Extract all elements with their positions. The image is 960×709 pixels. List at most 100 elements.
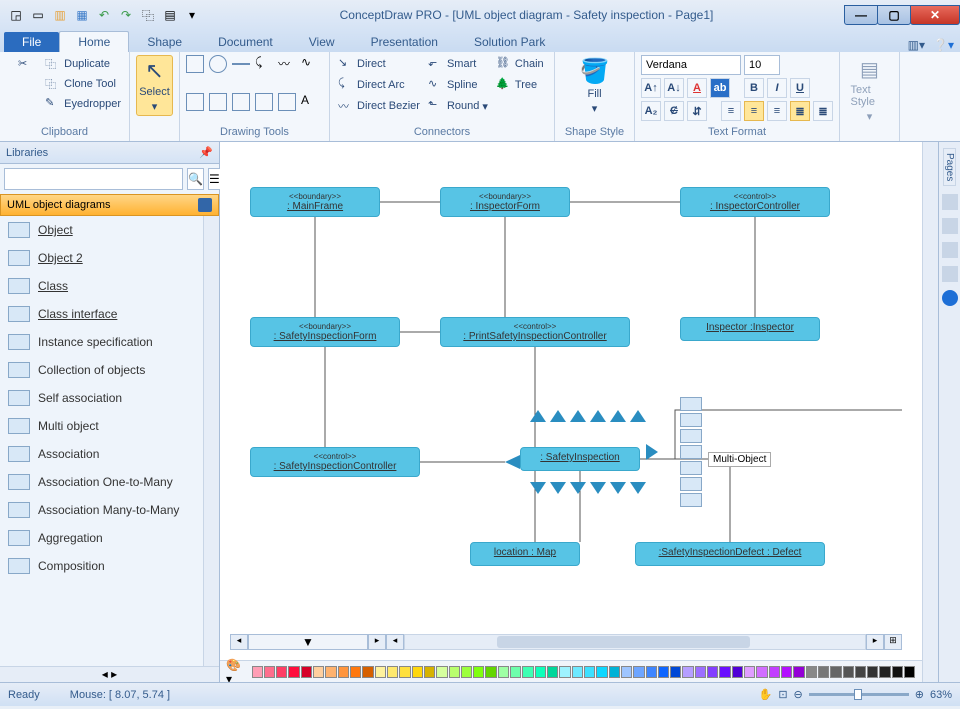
diagram-node-inspectorform[interactable]: <<boundary>>: InspectorForm	[440, 187, 570, 217]
shape-block[interactable]	[186, 93, 204, 111]
diagram-node-inspector[interactable]: Inspector :Inspector	[680, 317, 820, 341]
library-item[interactable]: Association	[0, 440, 203, 468]
library-item[interactable]: Class interface	[0, 300, 203, 328]
color-swatch[interactable]	[510, 666, 521, 678]
color-swatch[interactable]	[855, 666, 866, 678]
tab-document[interactable]: Document	[200, 32, 291, 52]
diagram-node-safetyinspform[interactable]: <<boundary>>: SafetyInspectionForm	[250, 317, 400, 347]
app-icon[interactable]: ◲	[8, 7, 24, 23]
maximize-button[interactable]: ▢	[877, 5, 911, 25]
color-swatch[interactable]	[535, 666, 546, 678]
redo-icon[interactable]: ↷	[118, 7, 134, 23]
color-swatch[interactable]	[449, 666, 460, 678]
library-item[interactable]: Object 2	[0, 244, 203, 272]
spacing-button[interactable]: ⇵	[687, 101, 707, 121]
font-name-select[interactable]	[641, 55, 741, 75]
canvas-vscroll[interactable]	[922, 142, 938, 682]
color-swatch[interactable]	[461, 666, 472, 678]
select-button[interactable]: ↖Select▾	[136, 55, 173, 116]
close-button[interactable]: ✕	[910, 5, 960, 25]
color-swatch[interactable]	[658, 666, 669, 678]
color-swatch[interactable]	[609, 666, 620, 678]
pages-tab[interactable]: Pages	[943, 148, 956, 186]
eyedropper-button[interactable]: ✎Eyedropper	[43, 95, 123, 113]
library-item[interactable]: Association Many-to-Many	[0, 496, 203, 524]
tab-view[interactable]: View	[291, 32, 353, 52]
case-button[interactable]: A₂	[641, 101, 661, 121]
library-item[interactable]: Association One-to-Many	[0, 468, 203, 496]
multi-object-stack[interactable]	[680, 397, 702, 517]
color-swatch[interactable]	[473, 666, 484, 678]
tab-presentation[interactable]: Presentation	[353, 32, 456, 52]
connector-direct[interactable]: ↘Direct	[336, 55, 422, 73]
diagram-node-safetyinsp[interactable]: : SafetyInspection	[520, 447, 640, 471]
library-scrollbar[interactable]	[203, 216, 219, 666]
color-swatch[interactable]	[744, 666, 755, 678]
open-icon[interactable]: ▥	[52, 7, 68, 23]
font-grow[interactable]: A↑	[641, 78, 661, 98]
color-swatch[interactable]	[338, 666, 349, 678]
fit-icon[interactable]: ⊡	[778, 688, 787, 701]
color-swatch[interactable]	[830, 666, 841, 678]
color-swatch[interactable]	[596, 666, 607, 678]
diagram-node-safetyinspctrl[interactable]: <<control>>: SafetyInspectionController	[250, 447, 420, 477]
color-swatch[interactable]	[781, 666, 792, 678]
color-swatch[interactable]	[276, 666, 287, 678]
color-swatch[interactable]	[522, 666, 533, 678]
shape-block2[interactable]	[209, 93, 227, 111]
fill-button[interactable]: 🪣Fill▾	[574, 55, 616, 117]
color-swatch[interactable]	[732, 666, 743, 678]
rtool-shapes-icon[interactable]	[942, 242, 958, 258]
color-swatch[interactable]	[719, 666, 730, 678]
shape-rect[interactable]	[186, 55, 204, 73]
color-swatch[interactable]	[584, 666, 595, 678]
undo-icon[interactable]: ↶	[96, 7, 112, 23]
shape-spline[interactable]: ∿	[301, 55, 319, 73]
color-swatch[interactable]	[806, 666, 817, 678]
color-swatch[interactable]	[892, 666, 903, 678]
scroll-left[interactable]: ◂	[386, 634, 404, 650]
connector-direct-bezier[interactable]: 〰Direct Bezier	[336, 97, 422, 115]
page-next[interactable]: ▸	[368, 634, 386, 650]
underline-button[interactable]: U	[790, 78, 810, 98]
color-swatch[interactable]	[769, 666, 780, 678]
color-swatch[interactable]	[264, 666, 275, 678]
text-style-button[interactable]: ▤Text Style▾	[849, 55, 891, 125]
align-left[interactable]: ≡	[721, 101, 741, 121]
color-swatch[interactable]	[412, 666, 423, 678]
scroll-right[interactable]: ▸	[866, 634, 884, 650]
cut-button[interactable]: ✂	[6, 55, 39, 72]
color-swatch[interactable]	[793, 666, 804, 678]
shape-block3[interactable]	[232, 93, 250, 111]
color-swatch[interactable]	[424, 666, 435, 678]
hscroll-track[interactable]	[404, 634, 866, 650]
strike-button[interactable]: Ȼ	[664, 101, 684, 121]
qat-dropdown-icon[interactable]: ▾	[184, 7, 200, 23]
pin-icon[interactable]: 📌	[199, 146, 213, 159]
shape-text[interactable]: A	[301, 93, 319, 111]
color-swatch[interactable]	[682, 666, 693, 678]
color-swatch[interactable]	[288, 666, 299, 678]
window-options-icon[interactable]: ▥▾	[908, 38, 925, 52]
copy-icon[interactable]: ⿻	[140, 7, 156, 23]
rtool-snapshot-icon[interactable]	[942, 218, 958, 234]
library-item[interactable]: Class	[0, 272, 203, 300]
color-swatch[interactable]	[670, 666, 681, 678]
color-swatch[interactable]	[621, 666, 632, 678]
library-search-input[interactable]	[4, 168, 183, 190]
color-swatch[interactable]	[485, 666, 496, 678]
color-swatch[interactable]	[436, 666, 447, 678]
library-item[interactable]: Multi object	[0, 412, 203, 440]
zoom-slider[interactable]	[809, 693, 909, 696]
color-swatch[interactable]	[301, 666, 312, 678]
duplicate-button[interactable]: ⿻Duplicate	[43, 55, 123, 73]
library-options-button[interactable]: ☰	[208, 168, 221, 190]
shape-bezier[interactable]: 〰	[278, 55, 296, 73]
color-swatch[interactable]	[646, 666, 657, 678]
diagram-node-location[interactable]: location : Map	[470, 542, 580, 566]
page-prev[interactable]: ◂	[230, 634, 248, 650]
italic-button[interactable]: I	[767, 78, 787, 98]
library-category-header[interactable]: UML object diagrams	[0, 194, 219, 216]
library-item[interactable]: Composition	[0, 552, 203, 580]
new-icon[interactable]: ▭	[30, 7, 46, 23]
